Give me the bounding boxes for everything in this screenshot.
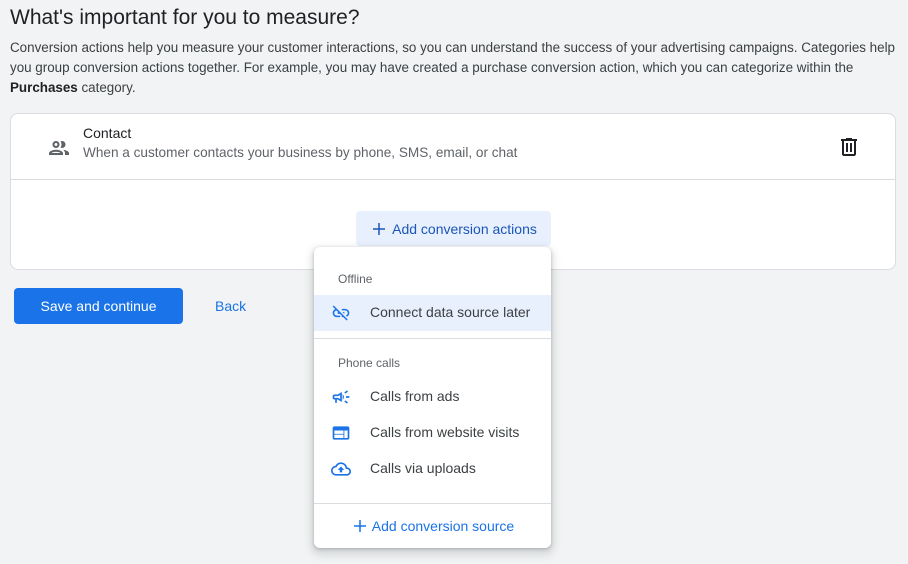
intro-bold-category: Purchases — [10, 80, 78, 95]
menu-item-label: Connect data source later — [370, 304, 531, 320]
plus-icon — [373, 222, 386, 235]
add-conversion-source-label: Add conversion source — [371, 518, 515, 534]
menu-item-calls-via-uploads[interactable]: Calls via uploads — [314, 451, 551, 487]
plus-icon — [353, 520, 366, 532]
web-icon — [332, 426, 350, 440]
menu-item-label: Calls via uploads — [370, 460, 476, 476]
category-description: When a customer contacts your business b… — [83, 145, 518, 160]
menu-section-phone-calls: Phone calls — [338, 356, 401, 370]
megaphone-icon — [332, 390, 350, 404]
save-and-continue-button[interactable]: Save and continue — [14, 288, 183, 324]
menu-divider — [314, 503, 551, 504]
menu-item-label: Calls from ads — [370, 388, 460, 404]
menu-divider — [314, 338, 551, 339]
category-title: Contact — [83, 125, 132, 141]
back-button[interactable]: Back — [215, 298, 246, 314]
people-icon — [49, 141, 69, 155]
menu-item-label: Calls from website visits — [370, 424, 520, 440]
intro-text-part2: category. — [77, 80, 136, 95]
conversion-source-menu: Offline Connect data source later Phone … — [314, 247, 551, 548]
menu-item-connect-data-source-later[interactable]: Connect data source later — [314, 295, 551, 331]
intro-text: Conversion actions help you measure your… — [10, 38, 900, 98]
category-card-header: Contact When a customer contacts your bu… — [11, 114, 895, 180]
link-off-icon — [332, 305, 350, 321]
page-title: What's important for you to measure? — [10, 6, 360, 29]
intro-text-part1: Conversion actions help you measure your… — [10, 40, 895, 75]
trash-icon[interactable] — [837, 135, 861, 159]
add-conversion-actions-button[interactable]: Add conversion actions — [356, 211, 551, 246]
menu-section-offline: Offline — [338, 272, 373, 286]
add-conversion-actions-label: Add conversion actions — [392, 220, 537, 237]
add-conversion-source-button[interactable]: Add conversion source — [314, 513, 551, 539]
menu-item-calls-from-website-visits[interactable]: Calls from website visits — [314, 415, 551, 451]
menu-item-calls-from-ads[interactable]: Calls from ads — [314, 379, 551, 415]
cloud-upload-icon — [331, 462, 351, 476]
